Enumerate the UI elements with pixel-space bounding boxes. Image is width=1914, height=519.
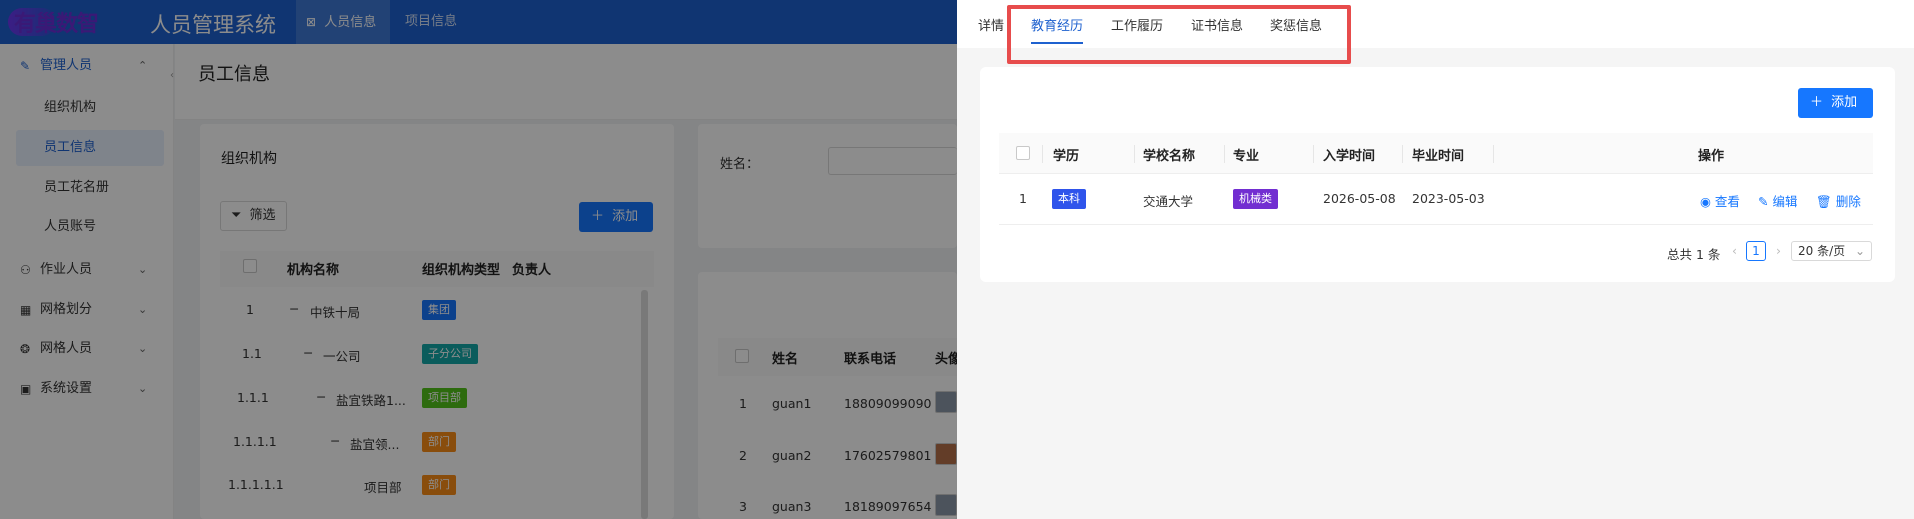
column-divider xyxy=(1224,145,1225,163)
edit-label: 编辑 xyxy=(1772,194,1798,209)
col-degree: 学历 xyxy=(1053,149,1080,164)
view-label: 查看 xyxy=(1714,194,1740,209)
delete-label: 删除 xyxy=(1835,194,1861,209)
major-tag: 机械类 xyxy=(1233,189,1278,209)
modal-mask[interactable] xyxy=(0,0,957,519)
view-button[interactable]: ◉ 查看 xyxy=(1700,191,1740,210)
page-size-label: 20 条/页 xyxy=(1798,244,1846,258)
col-school: 学校名称 xyxy=(1143,149,1196,164)
col-major: 专业 xyxy=(1233,149,1260,164)
education-add-button[interactable]: ＋ 添加 xyxy=(1798,88,1873,118)
column-divider xyxy=(1042,145,1043,163)
col-graduate-date: 毕业时间 xyxy=(1412,149,1465,164)
pagination-total: 总共 1 条 xyxy=(1667,247,1721,262)
column-divider xyxy=(1493,145,1494,163)
school-name: 交通大学 xyxy=(1143,194,1194,209)
plus-icon: ＋ xyxy=(1810,95,1824,110)
column-divider xyxy=(1134,145,1135,163)
page-size-select[interactable]: 20 条/页 ⌄ xyxy=(1791,241,1872,261)
prev-page-icon[interactable]: ‹ xyxy=(1732,243,1737,258)
trash-icon: 🗑 xyxy=(1816,194,1832,209)
edit-button[interactable]: ✎ 编辑 xyxy=(1758,191,1797,210)
column-divider xyxy=(1402,145,1403,163)
page-number-current[interactable]: 1 xyxy=(1746,241,1766,261)
degree-tag: 本科 xyxy=(1052,189,1086,209)
education-select-all-checkbox[interactable] xyxy=(1016,146,1030,160)
education-add-button-label: 添加 xyxy=(1831,95,1858,110)
col-enroll-date: 入学时间 xyxy=(1323,149,1376,164)
tab-details[interactable]: 详情 xyxy=(978,15,1004,34)
highlight-box xyxy=(1007,5,1351,64)
graduate-date: 2023-05-03 xyxy=(1412,191,1485,206)
row-divider xyxy=(999,224,1873,225)
delete-button[interactable]: 🗑 删除 xyxy=(1816,191,1861,210)
next-page-icon[interactable]: › xyxy=(1776,243,1781,258)
pencil-icon: ✎ xyxy=(1758,194,1769,209)
col-actions: 操作 xyxy=(1698,149,1725,164)
eye-icon: ◉ xyxy=(1700,194,1711,209)
enroll-date: 2026-05-08 xyxy=(1323,191,1396,206)
row-index: 1 xyxy=(1019,191,1027,206)
column-divider xyxy=(1313,145,1314,163)
chevron-down-icon: ⌄ xyxy=(1854,244,1865,258)
